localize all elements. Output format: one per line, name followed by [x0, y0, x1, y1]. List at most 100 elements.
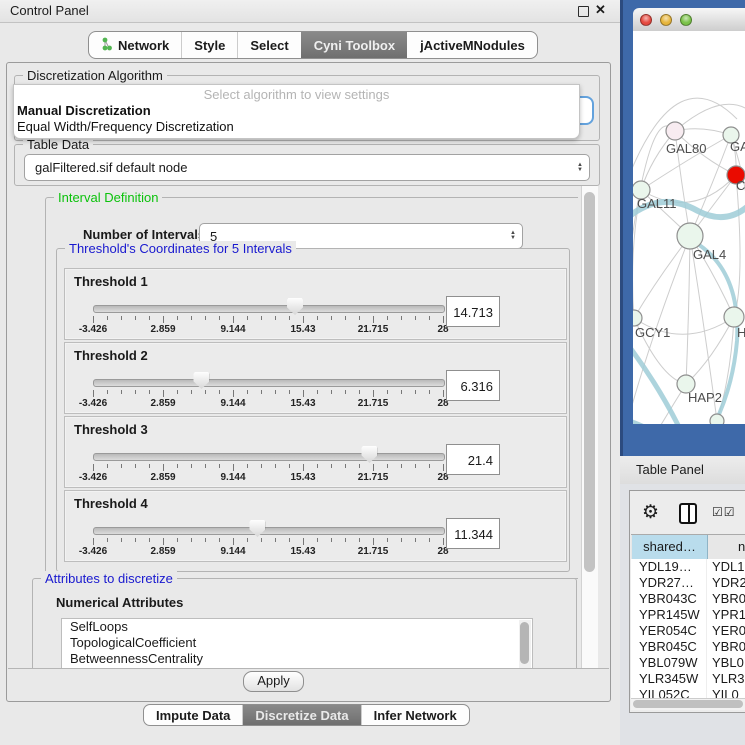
- cell-shared-name: YER054C: [631, 623, 707, 639]
- bottom-node[interactable]: [710, 414, 724, 424]
- network-edge: [634, 236, 690, 318]
- control-panel-tabs: Network Style Select Cyni Toolbox jActiveMNo…: [88, 31, 538, 59]
- threshold-label: Threshold 3: [74, 422, 148, 437]
- checkboxes-icon[interactable]: ☑☑: [712, 505, 736, 519]
- cell-shared-name: YBR043C: [631, 591, 707, 607]
- threshold-value-field[interactable]: 6.316: [446, 370, 500, 401]
- network-canvas[interactable]: GAL80GACGAL11GAL4GCY1HHAP2: [633, 31, 745, 424]
- spinner-arrows-icon[interactable]: ▲▼: [504, 231, 522, 241]
- threshold-panel: Threshold 1-3.4262.8599.14415.4321.71528…: [64, 268, 567, 340]
- node-label: GAL80: [666, 141, 706, 156]
- attributes-scrollbar-thumb[interactable]: [520, 622, 529, 664]
- network-edge: [675, 104, 745, 131]
- cell-shared-name: YPR145W: [631, 607, 707, 623]
- slider-ticks: [93, 316, 445, 324]
- table-row[interactable]: YDL19…YDL1: [631, 559, 745, 575]
- table-panel-titlebar: Table Panel: [620, 456, 745, 485]
- GAL80-node[interactable]: [666, 122, 684, 140]
- tab-discretize-data[interactable]: Discretize Data: [242, 705, 360, 725]
- threshold-value-field[interactable]: 11.344: [446, 518, 500, 549]
- zoom-traffic-light-icon[interactable]: [680, 14, 692, 26]
- cell-shared-name: YBL079W: [631, 655, 707, 671]
- GAL4-node[interactable]: [677, 223, 703, 249]
- network-window-titlebar[interactable]: [633, 8, 745, 32]
- minimize-traffic-light-icon[interactable]: [660, 14, 672, 26]
- table-row[interactable]: YDR27…YDR2: [631, 575, 745, 591]
- tab-impute-data[interactable]: Impute Data: [144, 705, 242, 725]
- slider-tick-labels: -3.4262.8599.14415.4321.71528: [93, 546, 445, 558]
- slider-ticks: [93, 464, 445, 472]
- H-node[interactable]: [724, 307, 744, 327]
- attribute-list-item[interactable]: TopologicalCoefficient: [62, 635, 532, 651]
- panel-title: Control Panel: [10, 3, 89, 18]
- combo-spinner-icon[interactable]: ▲▼: [571, 163, 589, 173]
- algorithm-option[interactable]: Manual Discretization: [14, 103, 579, 119]
- algorithm-option[interactable]: Equal Width/Frequency Discretization: [14, 119, 579, 135]
- tab-style[interactable]: Style: [181, 32, 237, 58]
- GCY1-node[interactable]: [633, 310, 642, 326]
- cell-name: YER0: [707, 623, 745, 639]
- attributes-group: Attributes to discretize Numerical Attri…: [32, 578, 577, 668]
- network-edge: [686, 236, 690, 384]
- threshold-label: Threshold 2: [74, 348, 148, 363]
- table-horizontal-scrollbar[interactable]: [631, 698, 745, 710]
- table-row[interactable]: YPR145WYPR1: [631, 607, 745, 623]
- table-row[interactable]: YBR043CYBR0: [631, 591, 745, 607]
- cell-shared-name: YDL19…: [631, 559, 707, 575]
- table-row[interactable]: YER054CYER0: [631, 623, 745, 639]
- threshold-panel: Threshold 2 -3.4262.8599.14415.4321.71528…: [64, 342, 567, 414]
- tab-infer-network[interactable]: Infer Network: [361, 705, 469, 725]
- algorithm-popup-hint: Select algorithm to view settings: [14, 85, 579, 103]
- cell-shared-name: YIL052C: [631, 687, 707, 698]
- network-highlight-edge: [633, 349, 679, 424]
- table-data-combobox[interactable]: galFiltered.sif default node ▲▼: [24, 154, 590, 181]
- main-scrollbar-thumb[interactable]: [584, 192, 595, 572]
- threshold-slider-track[interactable]: [93, 379, 445, 387]
- cyni-bottom-tabs: Impute DataDiscretize DataInfer Network: [143, 704, 470, 726]
- gear-icon[interactable]: ⚙: [642, 501, 659, 524]
- table-row[interactable]: YLR345WYLR3: [631, 671, 745, 687]
- column-header-name[interactable]: na: [709, 535, 745, 559]
- network-icon: [101, 37, 113, 54]
- table-row[interactable]: YIL052CYIL0: [631, 687, 745, 698]
- tab-label: Select: [250, 38, 288, 53]
- threshold-slider-track[interactable]: [93, 453, 445, 461]
- numerical-attributes-list[interactable]: SelfLoopsTopologicalCoefficientBetweenne…: [61, 618, 533, 668]
- close-traffic-light-icon[interactable]: [640, 14, 652, 26]
- cell-shared-name: YDR27…: [631, 575, 707, 591]
- table-toolbar: ⚙ ☑☑: [630, 491, 745, 533]
- apply-button[interactable]: Apply: [243, 671, 304, 692]
- cell-name: YBR0: [707, 639, 745, 655]
- table-hscrollbar-thumb[interactable]: [633, 700, 743, 708]
- tab-network[interactable]: Network: [89, 32, 181, 58]
- tab-label: jActiveMNodules: [420, 38, 525, 53]
- main-scrollbar[interactable]: [581, 186, 598, 668]
- close-icon[interactable]: ✕: [595, 2, 606, 18]
- table-rows: YDL19…YDL1YDR27…YDR2YBR043CYBR0YPR145WYP…: [631, 559, 745, 698]
- cell-shared-name: YLR345W: [631, 671, 707, 687]
- cell-name: YDL1: [707, 559, 745, 575]
- threshold-label: Threshold 4: [74, 496, 148, 511]
- columns-icon[interactable]: [679, 503, 697, 524]
- threshold-value-field[interactable]: 21.4: [446, 444, 500, 475]
- table-header-row: shared… na: [631, 534, 745, 560]
- threshold-value-field[interactable]: 14.713: [446, 296, 500, 327]
- tab-label: Network: [118, 38, 169, 53]
- table-row[interactable]: YBL079WYBL0: [631, 655, 745, 671]
- table-data-title: Table Data: [23, 137, 93, 152]
- tab-jactivemnodules[interactable]: jActiveMNodules: [407, 32, 537, 58]
- tab-cyni-toolbox[interactable]: Cyni Toolbox: [301, 32, 407, 58]
- node-label: GAL11: [637, 196, 677, 211]
- screenshot-root: Control Panel ✕ Network Style Select Cyni T…: [0, 0, 745, 745]
- attributes-group-title: Attributes to discretize: [41, 571, 177, 586]
- table-row[interactable]: YBR045CYBR0: [631, 639, 745, 655]
- threshold-slider-track[interactable]: [93, 527, 445, 535]
- tab-select[interactable]: Select: [237, 32, 300, 58]
- threshold-slider-track[interactable]: [93, 305, 445, 313]
- attribute-list-item[interactable]: BetweennessCentrality: [62, 651, 532, 667]
- attributes-scrollbar[interactable]: [519, 620, 531, 668]
- slider-tick-labels: -3.4262.8599.14415.4321.71528: [93, 398, 445, 410]
- attribute-list-item[interactable]: SelfLoops: [62, 619, 532, 635]
- float-window-icon[interactable]: [578, 6, 589, 17]
- column-header-shared-name[interactable]: shared…: [632, 535, 708, 559]
